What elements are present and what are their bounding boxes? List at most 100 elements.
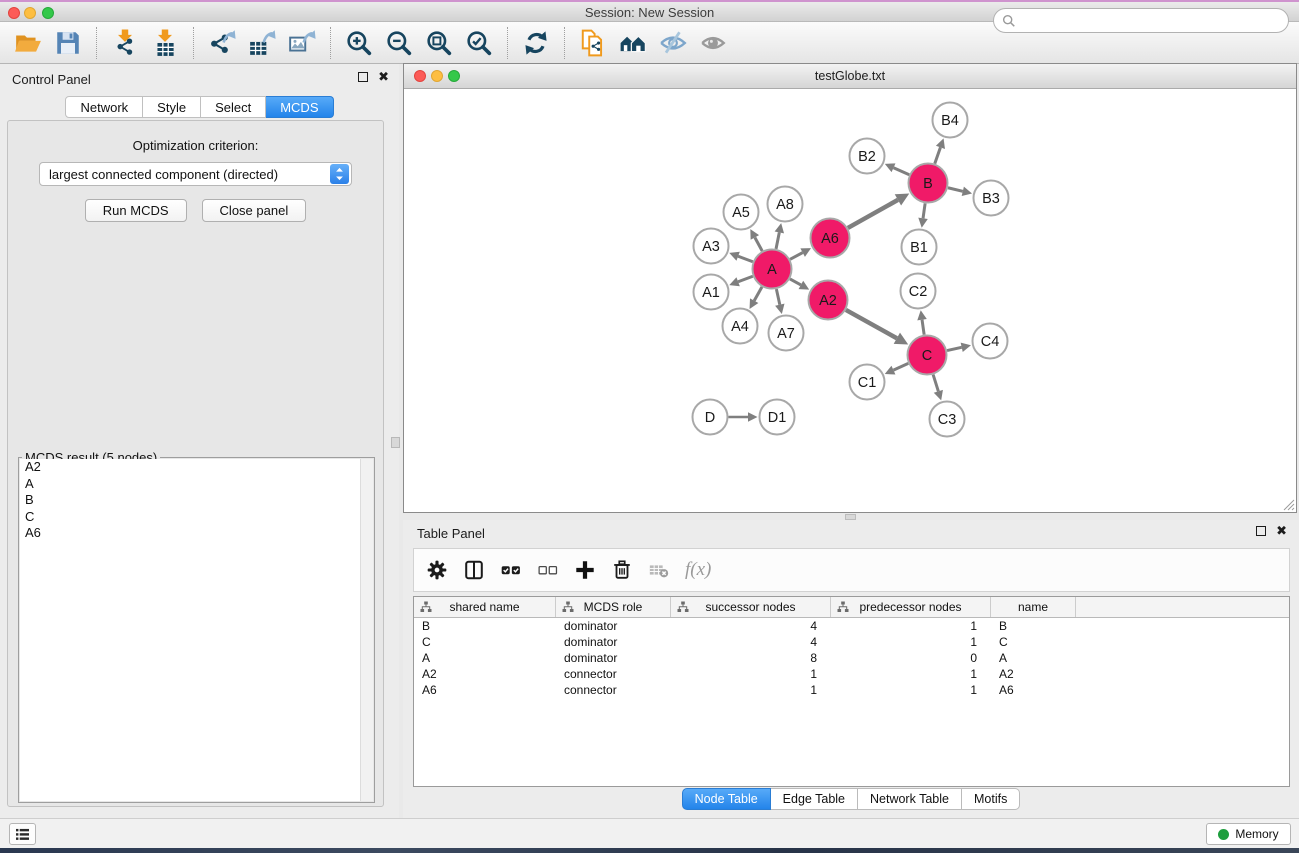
network-window-titlebar[interactable]: testGlobe.txt: [404, 64, 1296, 89]
network-edge-A-A6[interactable]: [790, 253, 803, 260]
table-row[interactable]: Adominator80A: [414, 650, 1289, 666]
table-settings-icon[interactable]: [424, 557, 450, 583]
zoom-out-icon[interactable]: [379, 25, 419, 61]
network-node-C1[interactable]: C1: [850, 365, 885, 400]
network-edge-B-B2[interactable]: [894, 168, 910, 175]
table-row[interactable]: Cdominator41C: [414, 634, 1289, 650]
network-edge-C-C2[interactable]: [922, 320, 924, 335]
network-edge-A-A2[interactable]: [790, 279, 801, 285]
table-row[interactable]: Bdominator41B: [414, 618, 1289, 634]
cell-predecessor-nodes[interactable]: 1: [831, 682, 991, 698]
memory-button[interactable]: Memory: [1206, 823, 1291, 845]
result-item[interactable]: C: [20, 509, 373, 526]
network-node-B1[interactable]: B1: [902, 230, 937, 265]
cell-shared-name[interactable]: A: [414, 650, 556, 666]
network-edge-B-B1[interactable]: [923, 203, 925, 218]
import-table-icon[interactable]: [145, 25, 185, 61]
network-edge-A2-C[interactable]: [846, 310, 897, 338]
result-item[interactable]: A2: [20, 459, 373, 476]
network-node-D1[interactable]: D1: [760, 400, 795, 435]
network-node-A4[interactable]: A4: [723, 309, 758, 344]
hide-selected-icon[interactable]: [653, 25, 693, 61]
network-node-C4[interactable]: C4: [973, 324, 1008, 359]
import-network-icon[interactable]: [105, 25, 145, 61]
network-edge-A-A4[interactable]: [754, 287, 762, 301]
tab-edge-table[interactable]: Edge Table: [771, 788, 858, 810]
cell-successor-nodes[interactable]: 1: [671, 682, 831, 698]
cell-predecessor-nodes[interactable]: 1: [831, 666, 991, 682]
network-node-C3[interactable]: C3: [930, 402, 965, 437]
cell-MCDS-role[interactable]: connector: [556, 682, 671, 698]
cell-shared-name[interactable]: C: [414, 634, 556, 650]
network-canvas[interactable]: B4B2BB3A5A8A6A3AB1A1A2C2A4A7C4CC1C3DD1: [404, 89, 1296, 512]
column-visibility-icon[interactable]: [461, 557, 487, 583]
export-network-icon[interactable]: [202, 25, 242, 61]
search-input[interactable]: [1020, 11, 1288, 31]
network-edge-A-A7[interactable]: [776, 289, 779, 305]
mcds-result-list[interactable]: A2ABCA6: [20, 459, 373, 801]
network-node-A8[interactable]: A8: [768, 187, 803, 222]
zoom-selected-icon[interactable]: [459, 25, 499, 61]
export-table-icon[interactable]: [242, 25, 282, 61]
cell-name[interactable]: B: [991, 618, 1076, 634]
tab-node-table[interactable]: Node Table: [682, 788, 771, 810]
clone-network-icon[interactable]: [573, 25, 613, 61]
cell-successor-nodes[interactable]: 1: [671, 666, 831, 682]
network-node-A6[interactable]: A6: [811, 219, 850, 258]
houses-icon[interactable]: [613, 25, 653, 61]
save-session-icon[interactable]: [48, 25, 88, 61]
function-builder-button[interactable]: f(x): [685, 559, 711, 581]
network-node-C[interactable]: C: [908, 336, 947, 375]
network-node-A2[interactable]: A2: [809, 281, 848, 320]
cell-MCDS-role[interactable]: connector: [556, 666, 671, 682]
cell-MCDS-role[interactable]: dominator: [556, 650, 671, 666]
column-header-predecessor-nodes[interactable]: predecessor nodes: [831, 597, 991, 617]
network-node-B[interactable]: B: [909, 164, 948, 203]
run-mcds-button[interactable]: Run MCDS: [85, 199, 187, 222]
tab-style[interactable]: Style: [143, 96, 201, 118]
cell-successor-nodes[interactable]: 4: [671, 634, 831, 650]
network-edge-C-C3[interactable]: [933, 375, 938, 392]
search-box[interactable]: [993, 8, 1289, 33]
zoom-fit-icon[interactable]: [419, 25, 459, 61]
cell-predecessor-nodes[interactable]: 1: [831, 618, 991, 634]
network-node-A3[interactable]: A3: [694, 229, 729, 264]
network-node-C2[interactable]: C2: [901, 274, 936, 309]
network-node-B4[interactable]: B4: [933, 103, 968, 138]
criterion-dropdown[interactable]: largest connected component (directed): [39, 162, 352, 186]
task-history-button[interactable]: [9, 823, 36, 845]
cell-MCDS-role[interactable]: dominator: [556, 618, 671, 634]
column-header-shared-name[interactable]: shared name: [414, 597, 556, 617]
network-edge-B-B4[interactable]: [935, 147, 941, 163]
network-node-A[interactable]: A: [753, 250, 792, 289]
network-node-A1[interactable]: A1: [694, 275, 729, 310]
cell-name[interactable]: C: [991, 634, 1076, 650]
network-edge-A6-B[interactable]: [848, 200, 898, 228]
cell-shared-name[interactable]: A6: [414, 682, 556, 698]
result-item[interactable]: A6: [20, 525, 373, 542]
cell-name[interactable]: A: [991, 650, 1076, 666]
tab-network[interactable]: Network: [65, 96, 143, 118]
column-header-MCDS-role[interactable]: MCDS role: [556, 597, 671, 617]
delete-column-icon[interactable]: [609, 557, 635, 583]
table-row[interactable]: A6connector11A6: [414, 682, 1289, 698]
cell-successor-nodes[interactable]: 4: [671, 618, 831, 634]
cell-MCDS-role[interactable]: dominator: [556, 634, 671, 650]
open-session-icon[interactable]: [8, 25, 48, 61]
column-header-successor-nodes[interactable]: successor nodes: [671, 597, 831, 617]
tab-select[interactable]: Select: [201, 96, 266, 118]
refresh-icon[interactable]: [516, 25, 556, 61]
cell-name[interactable]: A2: [991, 666, 1076, 682]
window-resize-grip[interactable]: [1281, 497, 1295, 511]
vertical-splitter-handle[interactable]: [391, 437, 400, 448]
network-edge-A-A5[interactable]: [755, 237, 762, 251]
select-all-icon[interactable]: [498, 557, 524, 583]
network-edge-B-B3[interactable]: [948, 188, 963, 192]
result-list-scrollbar[interactable]: [360, 459, 373, 801]
close-table-panel-icon[interactable]: ✖: [1276, 526, 1287, 536]
network-node-B2[interactable]: B2: [850, 139, 885, 174]
cell-name[interactable]: A6: [991, 682, 1076, 698]
network-edge-A-A3[interactable]: [738, 256, 753, 262]
result-item[interactable]: B: [20, 492, 373, 509]
export-image-icon[interactable]: [282, 25, 322, 61]
